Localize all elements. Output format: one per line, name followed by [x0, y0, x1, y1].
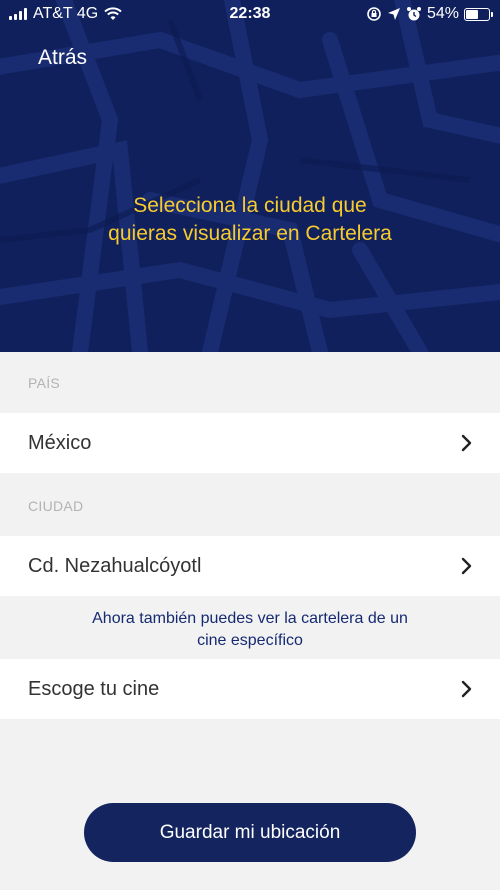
screen-rotation-lock-icon [367, 7, 381, 21]
cinema-label: Escoge tu cine [28, 677, 160, 700]
battery-icon [464, 7, 493, 21]
country-row[interactable]: México [0, 413, 500, 473]
cinema-row[interactable]: Escoge tu cine [0, 659, 500, 719]
chevron-right-icon [461, 680, 472, 698]
city-value: Cd. Nezahualcóyotl [28, 554, 202, 577]
battery-percent: 54% [426, 5, 459, 22]
country-value: México [28, 431, 92, 454]
alarm-icon [406, 7, 421, 21]
back-button[interactable]: Atrás [38, 46, 87, 70]
header-banner: AT&T 4G 22:38 54% Atrás Selecciona la ci… [0, 0, 500, 352]
city-section-label: CIUDAD [28, 498, 84, 514]
location-arrow-icon [387, 8, 400, 20]
chevron-right-icon [461, 557, 472, 575]
country-section-label: PAÍS [28, 375, 61, 391]
city-row[interactable]: Cd. Nezahualcóyotl [0, 536, 500, 596]
save-location-button[interactable]: Guardar mi ubicación [84, 803, 416, 862]
cinema-notice: Ahora también puedes ver la cartelera de… [92, 610, 408, 649]
page-title: Selecciona la ciudad que quieras visuali… [108, 194, 392, 245]
chevron-right-icon [461, 434, 472, 452]
status-bar: AT&T 4G 22:38 54% [0, 0, 500, 30]
